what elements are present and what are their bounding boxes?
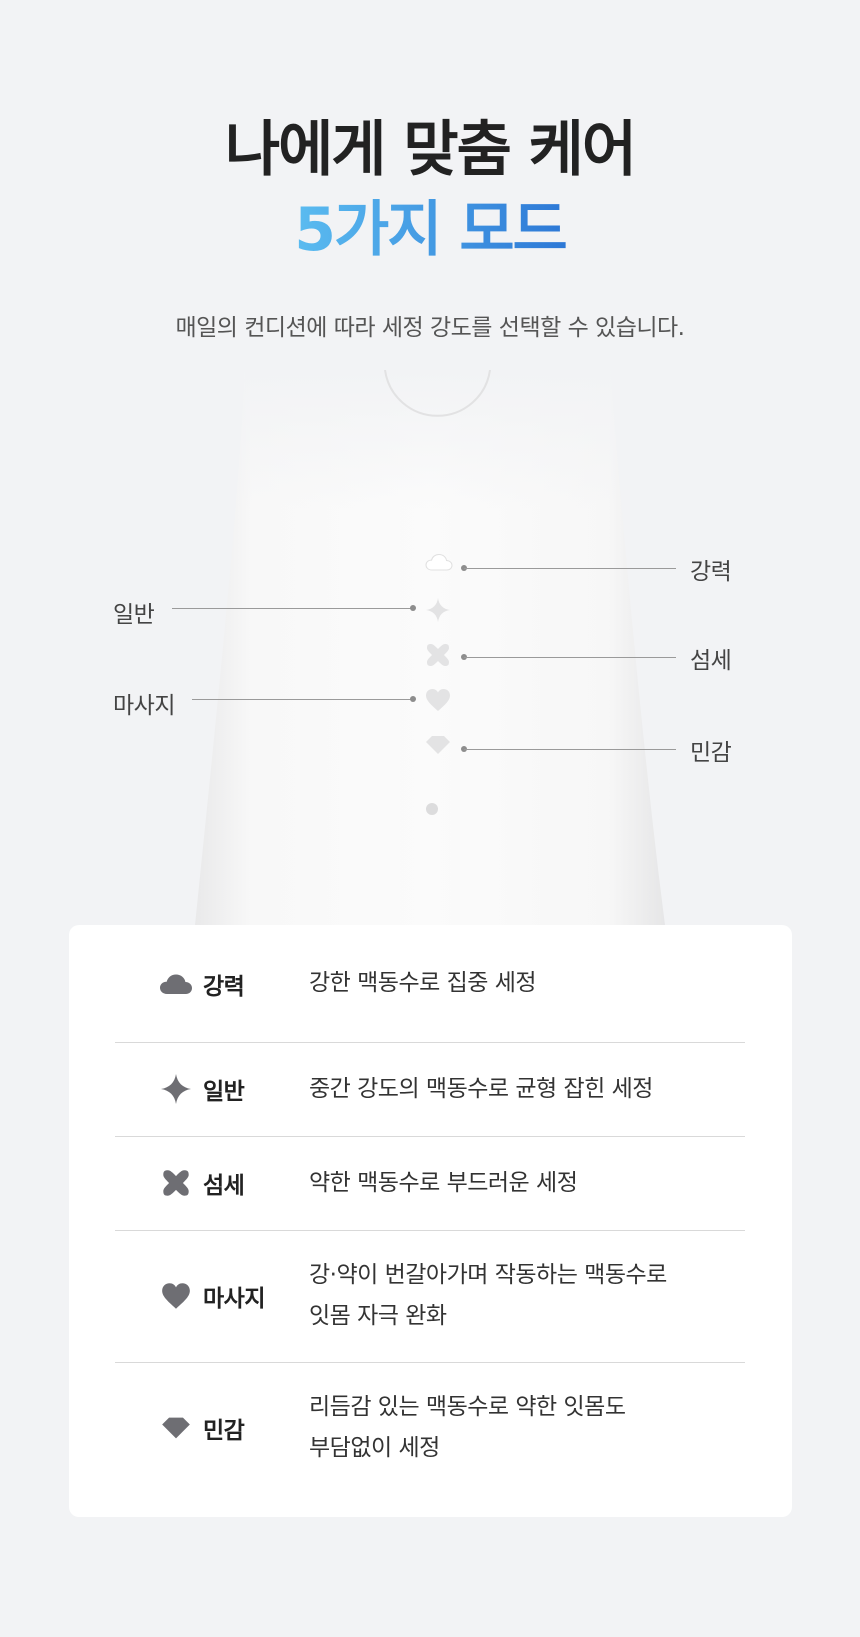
- device-diamond-icon: [425, 735, 455, 765]
- sparkle-icon: [159, 1072, 193, 1106]
- device-illustration: 강력 섬세 민감 일반 마사지: [0, 370, 860, 930]
- mode-name: 민감: [203, 1418, 245, 1444]
- device-heart-icon: [425, 688, 455, 718]
- mode-desc: 강한 맥동수로 집중 세정: [309, 963, 729, 1004]
- heart-icon: [159, 1279, 193, 1313]
- label-sensitive: 민감: [690, 740, 732, 766]
- headline: 나에게 맞춤 케어 5가지 모드: [0, 110, 860, 270]
- device-cloud-icon: [425, 553, 455, 583]
- mode-desc: 약한 맥동수로 부드러운 세정: [309, 1163, 729, 1204]
- cross-icon: [159, 1166, 193, 1200]
- mode-desc: 리듬감 있는 맥동수로 약한 잇몸도 부담없이 세정: [309, 1387, 729, 1469]
- mode-name: 일반: [203, 1079, 245, 1105]
- label-normal: 일반: [113, 602, 155, 628]
- mode-desc-line: 리듬감 있는 맥동수로 약한 잇몸도: [309, 1394, 626, 1420]
- device-sparkle-icon: [425, 597, 455, 627]
- mode-row-massage: 마사지 강·약이 번갈아가며 작동하는 맥동수로 잇몸 자극 완화: [115, 1230, 745, 1363]
- label-delicate: 섬세: [690, 648, 732, 674]
- callout-line-normal: [172, 608, 412, 609]
- mode-row-delicate: 섬세 약한 맥동수로 부드러운 세정: [115, 1136, 745, 1231]
- mode-desc: 강·약이 번갈아가며 작동하는 맥동수로 잇몸 자극 완화: [309, 1255, 729, 1337]
- callout-dot-massage: [410, 696, 416, 702]
- mode-name: 강력: [203, 973, 245, 1000]
- callout-dot-normal: [410, 605, 416, 611]
- mode-row-normal: 일반 중간 강도의 맥동수로 균형 잡힌 세정: [115, 1042, 745, 1137]
- headline-line2: 5가지 모드: [294, 190, 567, 270]
- mode-desc-line: 중간 강도의 맥동수로 균형 잡힌 세정: [309, 1075, 653, 1102]
- mode-desc-line: 강한 맥동수로 집중 세정: [309, 970, 537, 996]
- mode-row-strong: 강력 강한 맥동수로 집중 세정: [115, 925, 745, 1043]
- mode-desc-line: 강·약이 번갈아가며 작동하는 맥동수로: [309, 1262, 667, 1288]
- callout-line-delicate: [464, 657, 676, 658]
- device-cross-icon: [425, 642, 455, 672]
- callout-line-massage: [192, 699, 412, 700]
- device-power-dot: [425, 802, 455, 832]
- headline-line1: 나에게 맞춤 케어: [224, 115, 637, 185]
- mode-desc-line: 약한 맥동수로 부드러운 세정: [309, 1169, 578, 1196]
- mode-desc: 중간 강도의 맥동수로 균형 잡힌 세정: [309, 1069, 729, 1110]
- mode-desc-line: 부담없이 세정: [309, 1435, 440, 1461]
- subtitle: 매일의 컨디션에 따라 세정 강도를 선택할 수 있습니다.: [175, 315, 685, 341]
- label-massage: 마사지: [113, 693, 175, 719]
- label-strong: 강력: [690, 559, 732, 585]
- callout-line-strong: [464, 568, 676, 569]
- mode-card: 강력 강한 맥동수로 집중 세정 일반 중간 강도의 맥동수로 균형 잡힌 세정…: [69, 925, 792, 1517]
- mode-name: 섬세: [203, 1173, 245, 1199]
- cloud-icon: [159, 967, 193, 1001]
- mode-row-sensitive: 민감 리듬감 있는 맥동수로 약한 잇몸도 부담없이 세정: [115, 1362, 745, 1494]
- mode-desc-line: 잇몸 자극 완화: [309, 1303, 447, 1329]
- callout-line-sensitive: [464, 749, 676, 750]
- diamond-icon: [159, 1411, 193, 1445]
- mode-name: 마사지: [203, 1286, 265, 1312]
